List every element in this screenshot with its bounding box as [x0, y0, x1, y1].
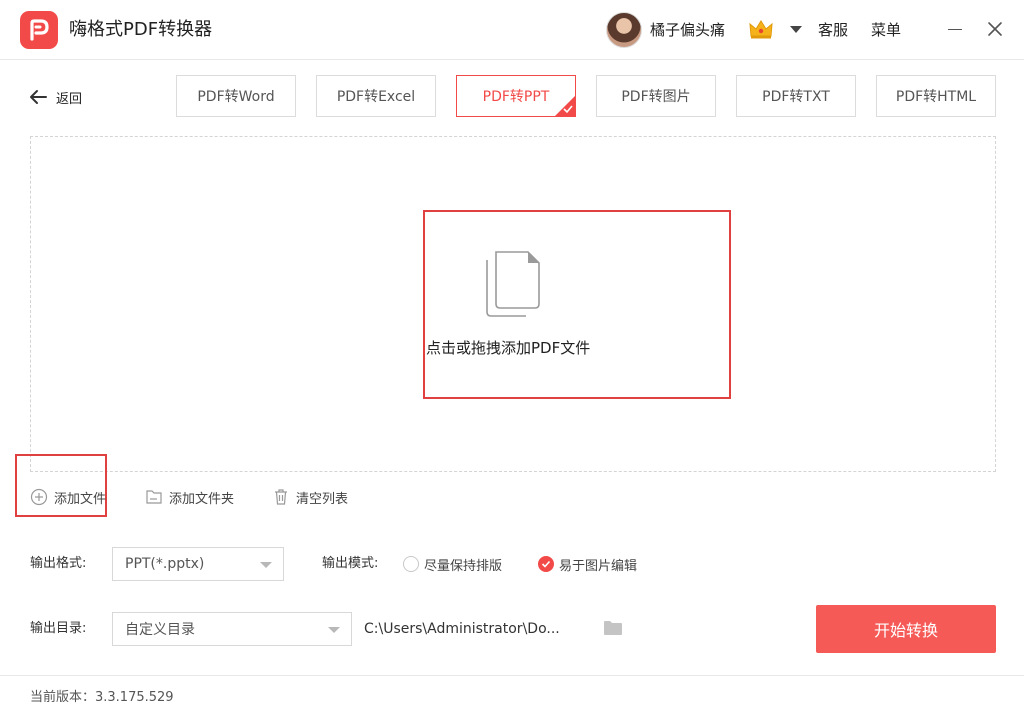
tab-pdf-to-html[interactable]: PDF转HTML [876, 75, 996, 117]
chevron-down-icon [260, 562, 272, 568]
output-format-label: 输出格式: [30, 556, 87, 571]
tab-pdf-to-image[interactable]: PDF转图片 [596, 75, 716, 117]
back-button[interactable]: 返回 [28, 86, 82, 108]
add-folder-button[interactable]: 添加文件夹 [145, 486, 234, 508]
tab-label: PDF转Word [197, 89, 275, 105]
output-mode-label: 输出模式: [322, 556, 379, 571]
clear-list-button[interactable]: 清空列表 [272, 486, 348, 508]
chevron-down-icon [328, 627, 340, 633]
tab-pdf-to-excel[interactable]: PDF转Excel [316, 75, 436, 117]
tab-label: PDF转图片 [621, 89, 691, 105]
add-file-button[interactable]: 添加文件 [30, 486, 106, 508]
support-button[interactable]: 客服 [818, 21, 848, 39]
tab-label: PDF转PPT [482, 89, 550, 105]
minimize-button[interactable] [948, 29, 962, 30]
add-file-label: 添加文件 [54, 491, 107, 507]
trash-icon [275, 489, 287, 505]
tab-label: PDF转HTML [895, 89, 977, 105]
output-path: C:\Users\Administrator\Do... [364, 621, 560, 637]
app-title: 嗨格式PDF转换器 [69, 19, 213, 40]
tab-label: PDF转Excel [336, 89, 416, 105]
arrow-left-icon [30, 90, 47, 104]
files-icon [486, 251, 540, 317]
clear-list-label: 清空列表 [296, 491, 349, 507]
tab-pdf-to-word[interactable]: PDF转Word [176, 75, 296, 117]
version-text: 当前版本：3.3.175.529 [30, 690, 174, 705]
mode-keep-layout-radio[interactable]: 尽量保持排版 [403, 555, 503, 574]
check-icon [563, 105, 573, 114]
username[interactable]: 橘子偏头痛 [650, 21, 725, 39]
output-dir-value: 自定义目录 [125, 622, 195, 638]
user-avatar[interactable] [606, 12, 642, 48]
tab-label: PDF转TXT [762, 89, 830, 105]
radio-checked-icon [538, 556, 554, 572]
output-dir-label: 输出目录: [30, 621, 87, 636]
folder-icon[interactable] [603, 620, 623, 636]
back-label: 返回 [56, 91, 83, 107]
drop-prompt[interactable]: 点击或拖拽添加PDF文件 [426, 338, 590, 358]
tab-pdf-to-ppt[interactable]: PDF转PPT [456, 75, 576, 117]
output-format-select[interactable]: PPT(*.pptx) [112, 547, 284, 581]
radio-circle-icon [403, 556, 419, 572]
close-button[interactable] [986, 20, 1004, 38]
drop-target-highlight[interactable] [423, 210, 731, 399]
mode-image-edit-radio[interactable]: 易于图片编辑 [538, 555, 638, 574]
output-dir-select[interactable]: 自定义目录 [112, 612, 352, 646]
mode-option-label: 尽量保持排版 [424, 558, 503, 574]
menu-button[interactable]: 菜单 [871, 21, 901, 39]
crown-icon [749, 20, 773, 39]
start-convert-button[interactable]: 开始转换 [816, 605, 996, 653]
account-dropdown-icon[interactable] [790, 26, 802, 33]
tab-pdf-to-txt[interactable]: PDF转TXT [736, 75, 856, 117]
mode-option-label: 易于图片编辑 [559, 558, 638, 574]
output-format-value: PPT(*.pptx) [125, 556, 205, 572]
footer: 当前版本：3.3.175.529 [0, 675, 1024, 720]
folder-outline-icon [146, 490, 162, 504]
plus-circle-icon [30, 488, 48, 506]
app-logo-icon [20, 11, 58, 49]
title-bar: 嗨格式PDF转换器 橘子偏头痛 客服 菜单 [0, 0, 1024, 60]
add-folder-label: 添加文件夹 [169, 491, 235, 507]
